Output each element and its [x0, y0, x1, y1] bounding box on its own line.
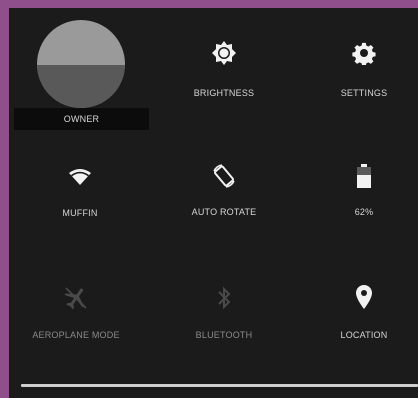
airplane-icon	[63, 284, 89, 312]
wifi-icon	[68, 164, 92, 190]
rotate-icon	[210, 161, 238, 191]
location-pin-icon	[356, 282, 372, 312]
location-tile[interactable]: LOCATION	[309, 282, 418, 340]
airplane-mode-label: AEROPLANE MODE	[32, 330, 120, 340]
brightness-tile[interactable]: BRIGHTNESS	[164, 38, 284, 98]
user-avatar-icon	[37, 20, 125, 108]
battery-icon	[357, 161, 371, 191]
wifi-tile[interactable]: MUFFIN	[25, 164, 135, 218]
owner-label: OWNER	[63, 114, 100, 124]
brightness-icon	[211, 38, 237, 68]
drag-handle-bar[interactable]	[21, 384, 418, 387]
bluetooth-label: BLUETOOTH	[195, 330, 253, 340]
bluetooth-tile[interactable]: BLUETOOTH	[164, 284, 284, 340]
battery-tile[interactable]: 62%	[309, 161, 418, 217]
location-label: LOCATION	[340, 330, 388, 340]
owner-tile[interactable]	[36, 20, 126, 108]
airplane-mode-tile[interactable]: AEROPLANE MODE	[15, 284, 137, 340]
bluetooth-icon	[216, 284, 232, 312]
owner-label-bar: OWNER	[14, 108, 149, 130]
settings-label: SETTINGS	[340, 88, 388, 98]
auto-rotate-tile[interactable]: AUTO ROTATE	[164, 161, 284, 217]
battery-label: 62%	[354, 207, 374, 217]
wifi-label: MUFFIN	[62, 208, 98, 218]
settings-tile[interactable]: SETTINGS	[309, 38, 418, 98]
quick-settings-panel: OWNER BRIGHTNESS SETTINGS MUFFIN AUTO RO…	[9, 8, 418, 398]
brightness-label: BRIGHTNESS	[193, 88, 255, 98]
auto-rotate-label: AUTO ROTATE	[191, 207, 257, 217]
gear-icon	[352, 38, 376, 68]
